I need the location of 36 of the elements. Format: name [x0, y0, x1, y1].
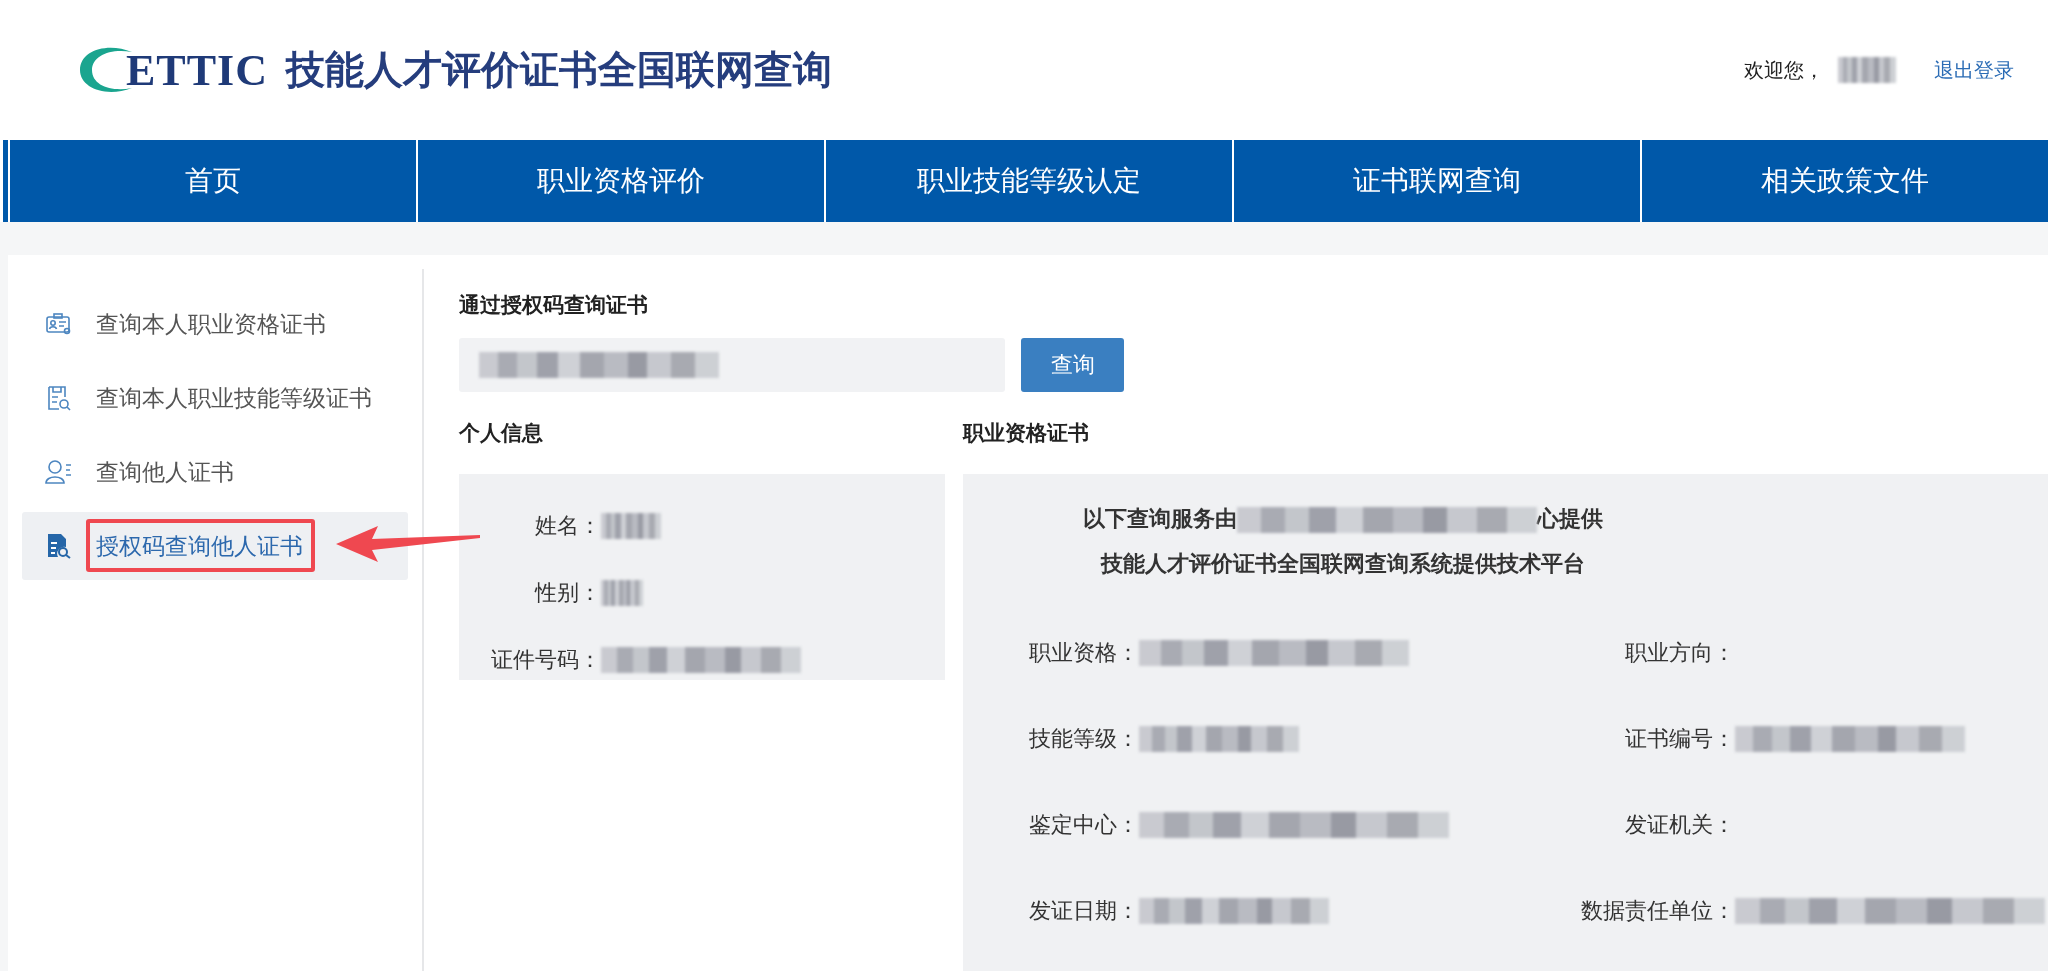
sidebar-item[interactable]: 查询他人证书	[22, 438, 408, 506]
id-card-icon	[46, 312, 72, 336]
field-label: 职业方向：	[1624, 639, 1735, 667]
sidebar-item[interactable]: 查询本人职业资格证书	[22, 290, 408, 358]
query-button[interactable]: 查询	[1021, 338, 1124, 392]
sidebar-item[interactable]: 授权码查询他人证书	[22, 512, 408, 580]
site-title: 技能人才评价证书全国联网查询	[285, 46, 832, 94]
nav-tab[interactable]: 证书联网查询	[1232, 140, 1640, 222]
document-search-icon	[47, 533, 71, 559]
notice-text: 心提供	[1537, 506, 1603, 531]
notice-text: 以下查询服务由	[1083, 506, 1237, 531]
field-label: 发证日期：	[1029, 897, 1139, 925]
document-search-icon	[47, 385, 71, 411]
sidebar-item[interactable]: 查询本人职业技能等级证书	[22, 364, 408, 432]
nav-tab[interactable]: 职业资格评价	[416, 140, 824, 222]
field-label: 鉴定中心：	[1029, 811, 1139, 839]
field-label: 发证机关：	[1624, 811, 1735, 839]
field-label: 姓名：	[534, 511, 601, 540]
section-title: 职业资格证书	[963, 420, 1090, 446]
person-list-icon	[45, 459, 73, 485]
field-label: 证书编号：	[1624, 725, 1735, 753]
auth-code-field[interactable]	[459, 338, 1005, 392]
logo-text: ETTIC	[126, 44, 268, 96]
nav-tab[interactable]: 首页	[8, 140, 416, 222]
field-label: 性别：	[533, 578, 601, 607]
field-label: 职业资格：	[1029, 639, 1139, 667]
nav-tab[interactable]: 职业技能等级认定	[824, 140, 1232, 222]
notice-text: 技能人才评价证书全国联网查询系统提供技术平台	[1101, 551, 1585, 576]
greeting-text: 欢迎您，	[1744, 56, 1824, 84]
logout-link[interactable]: 退出登录	[1934, 56, 2014, 84]
field-label: 证件号码：	[490, 645, 601, 674]
section-title: 通过授权码查询证书	[459, 292, 649, 318]
field-label: 数据责任单位：	[1580, 897, 1735, 925]
nav-tab[interactable]: 相关政策文件	[1640, 140, 2048, 222]
field-label: 技能等级：	[1029, 725, 1139, 753]
section-title: 个人信息	[459, 420, 544, 446]
